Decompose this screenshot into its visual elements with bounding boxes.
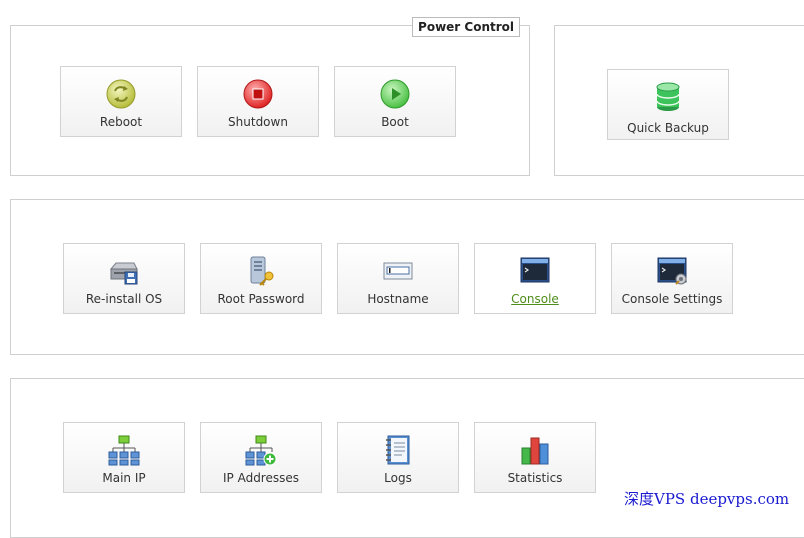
hostname-button[interactable]: Hostname <box>337 243 459 314</box>
reboot-button[interactable]: Reboot <box>60 66 182 137</box>
console-settings-icon <box>657 257 687 285</box>
notebook-icon <box>386 435 410 465</box>
ip-addresses-label: IP Addresses <box>222 471 299 485</box>
shutdown-icon <box>243 79 273 109</box>
key-server-icon <box>250 256 274 286</box>
reboot-icon <box>106 79 136 109</box>
shutdown-label: Shutdown <box>228 115 288 129</box>
quick-backup-button[interactable]: Quick Backup <box>607 69 729 140</box>
reinstall-os-button[interactable]: Re-install OS <box>63 243 185 314</box>
reboot-label: Reboot <box>99 115 143 129</box>
console-settings-label: Console Settings <box>621 292 723 306</box>
reinstall-os-icon <box>109 262 138 285</box>
console-label[interactable]: Console <box>475 292 595 306</box>
reinstall-os-label: Re-install OS <box>85 292 163 306</box>
main-ip-button[interactable]: Main IP <box>63 422 185 493</box>
console-icon <box>520 257 550 283</box>
root-password-label: Root Password <box>217 292 305 306</box>
database-icon <box>656 82 680 111</box>
main-ip-label: Main IP <box>102 471 146 485</box>
logs-button[interactable]: Logs <box>337 422 459 493</box>
shutdown-button[interactable]: Shutdown <box>197 66 319 137</box>
hostname-label: Hostname <box>367 292 429 306</box>
ip-addresses-button[interactable]: IP Addresses <box>200 422 322 493</box>
root-password-button[interactable]: Root Password <box>200 243 322 314</box>
boot-icon <box>380 79 410 109</box>
statistics-button[interactable]: Statistics <box>474 422 596 493</box>
boot-button[interactable]: Boot <box>334 66 456 137</box>
hostname-icon <box>383 262 413 280</box>
network-tree-icon <box>108 435 140 466</box>
statistics-label: Statistics <box>507 471 563 485</box>
quick-backup-label: Quick Backup <box>627 121 709 135</box>
watermark: 深度VPS deepvps.com <box>624 490 790 508</box>
console-settings-button[interactable]: Console Settings <box>611 243 733 314</box>
console-button[interactable]: Console <box>474 243 596 314</box>
network-add-icon <box>245 435 277 466</box>
boot-label: Boot <box>381 115 409 129</box>
bar-chart-icon <box>521 437 549 465</box>
power-control-legend: Power Control <box>412 17 520 37</box>
logs-label: Logs <box>384 471 412 485</box>
